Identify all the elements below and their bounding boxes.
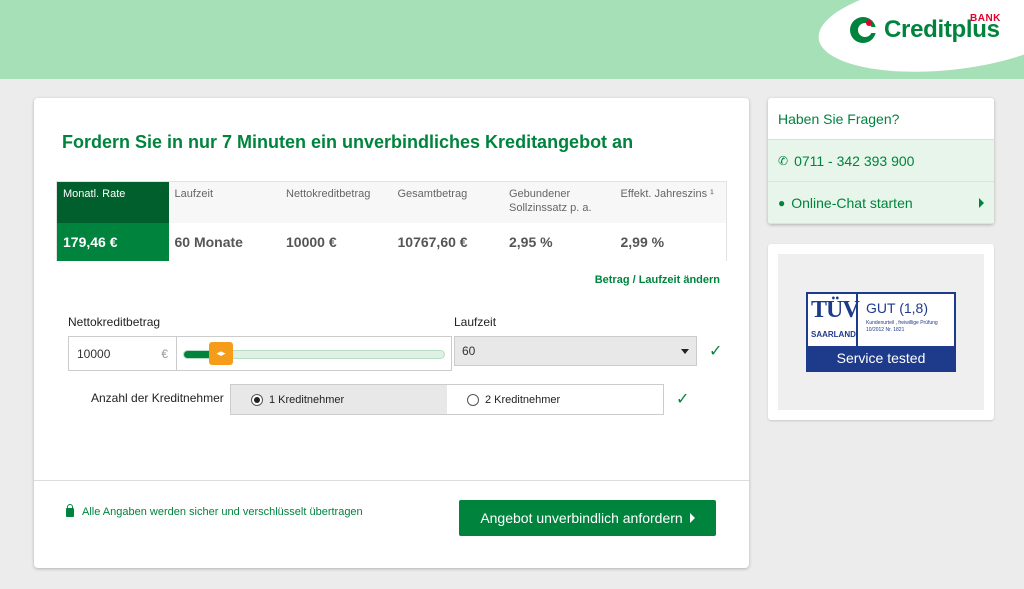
rate-col-value: 60 Monate (168, 223, 280, 261)
amount-control: 10000 € ◂▸ (68, 336, 452, 371)
amount-slider[interactable]: ◂▸ (177, 337, 451, 370)
rate-col-header: Gebundener Sollzinssatz p. a. (509, 188, 592, 214)
rate-col-effective-rate: Effekt. Jahreszins ¹ 2,99 % (614, 182, 726, 261)
term-label: Laufzeit (454, 315, 497, 329)
request-offer-label: Angebot unverbindlich anfordern (480, 510, 683, 526)
amount-input[interactable]: 10000 € (69, 337, 177, 370)
tuv-service-tested: Service tested (808, 346, 954, 370)
tuv-logo-box: TÜV SAARLAND (808, 294, 860, 346)
request-offer-button[interactable]: Angebot unverbindlich anfordern (459, 500, 716, 536)
amount-value: 10000 (77, 346, 111, 361)
offer-card: Fordern Sie in nur 7 Minuten ein unverbi… (34, 98, 749, 568)
change-amount-term-link[interactable]: Betrag / Laufzeit ändern (595, 274, 720, 286)
term-selected-value: 60 (462, 344, 476, 358)
rate-col-value: 179,46 € (57, 223, 169, 261)
tuv-seal-card: TÜV SAARLAND GUT (1,8) Kundenurteil , fr… (768, 244, 994, 420)
tuv-region: SAARLAND (811, 330, 856, 339)
term-select[interactable]: 60 (454, 336, 697, 366)
check-icon: ✓ (709, 343, 723, 360)
caret-down-icon (681, 348, 689, 354)
rate-summary-table: Monatl. Rate 179,46 € Laufzeit 60 Monate… (56, 181, 727, 261)
rate-col-nominal-rate: Gebundener Sollzinssatz p. a. 2,95 % (503, 182, 615, 261)
rate-col-header: Laufzeit (174, 188, 214, 200)
tuv-seal-backdrop: TÜV SAARLAND GUT (1,8) Kundenurteil , fr… (778, 254, 984, 410)
help-card: Haben Sie Fragen? ✆ 0711 - 342 393 900 ●… (768, 98, 994, 224)
rate-col-header: Effekt. Jahreszins ¹ (620, 188, 714, 200)
tuv-logo: TÜV (811, 297, 860, 323)
check-icon: ✓ (676, 391, 690, 408)
rate-col-header: Gesamtbetrag (397, 188, 468, 200)
phone-link[interactable]: ✆ 0711 - 342 393 900 (768, 140, 994, 182)
amount-label: Nettokreditbetrag (68, 315, 161, 329)
radio-button[interactable] (467, 393, 479, 406)
chat-icon: ● (778, 195, 786, 210)
rate-col-value: 10767,60 € (391, 223, 503, 261)
rate-col-value: 10000 € (280, 223, 392, 261)
slider-handle-icon[interactable]: ◂▸ (209, 342, 233, 365)
tuv-details: Kundenurteil , freiwillige Prüfung 10/20… (866, 320, 938, 334)
chevron-right-icon (979, 198, 984, 208)
page-title: Fordern Sie in nur 7 Minuten ein unverbi… (62, 132, 634, 152)
brand-tag: BANK (970, 13, 1001, 24)
help-title: Haben Sie Fragen? (768, 98, 994, 140)
phone-number: 0711 - 342 393 900 (794, 152, 915, 169)
chat-label: Online-Chat starten (791, 194, 913, 211)
radio-one-borrower[interactable]: 1 Kreditnehmer (231, 385, 447, 414)
borrowers-radio-group: 1 Kreditnehmer 2 Kreditnehmer (230, 384, 664, 415)
radio-button-selected[interactable] (251, 393, 263, 406)
phone-icon: ✆ (778, 153, 789, 168)
tuv-grade: GUT (1,8) (866, 300, 928, 316)
rate-col-header: Monatl. Rate (57, 182, 169, 223)
logo-mark-icon (850, 17, 878, 43)
rate-col-value: 2,99 % (614, 223, 726, 261)
tuv-detail-line: 10/2012 Nr. 1821 (866, 327, 905, 333)
lock-icon (66, 503, 74, 517)
secure-note: Alle Angaben werden sicher und verschlüs… (66, 503, 363, 518)
secure-note-text: Alle Angaben werden sicher und verschlüs… (82, 506, 363, 518)
rate-col-monthly: Monatl. Rate 179,46 € (57, 182, 169, 261)
radio-two-borrowers[interactable]: 2 Kreditnehmer (447, 385, 663, 414)
rate-col-total: Gesamtbetrag 10767,60 € (391, 182, 503, 261)
rate-col-term: Laufzeit 60 Monate (168, 182, 280, 261)
tuv-detail-line: Kundenurteil , freiwillige Prüfung (866, 320, 938, 326)
chevron-right-icon (689, 513, 695, 523)
radio-label: 2 Kreditnehmer (485, 393, 561, 406)
borrowers-label: Anzahl der Kreditnehmer (91, 391, 224, 405)
rate-col-header: Nettokreditbetrag (286, 188, 371, 200)
rate-col-net-amount: Nettokreditbetrag 10000 € (280, 182, 392, 261)
radio-label: 1 Kreditnehmer (269, 393, 345, 406)
divider (34, 480, 749, 481)
rate-col-value: 2,95 % (503, 223, 615, 261)
tuv-seal: TÜV SAARLAND GUT (1,8) Kundenurteil , fr… (806, 292, 956, 372)
online-chat-link[interactable]: ● Online-Chat starten (768, 182, 994, 224)
currency-symbol: € (161, 346, 168, 361)
